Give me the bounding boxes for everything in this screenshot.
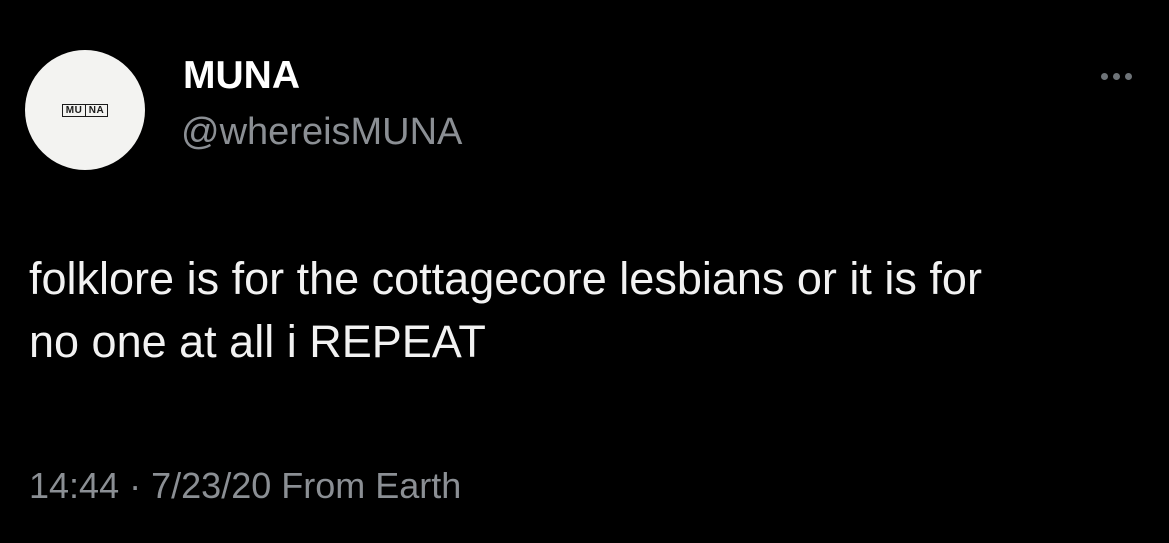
more-horizontal-icon [1100, 72, 1108, 80]
logo-right-text: NA [84, 103, 109, 117]
tweet-time[interactable]: 14:44 [29, 465, 119, 506]
tweet-text: folklore is for the cottagecore lesbians… [29, 247, 1149, 373]
muna-logo: MU NA [61, 103, 109, 117]
tweet-source: From Earth [281, 465, 462, 506]
more-options-button[interactable] [1092, 64, 1140, 88]
tweet-text-line-2: no one at all i REPEAT [29, 316, 486, 367]
more-horizontal-icon [1112, 72, 1120, 80]
meta-separator: · [129, 465, 142, 506]
display-name[interactable]: MUNA [183, 52, 300, 100]
tweet-metadata: 14:44 · 7/23/20 From Earth [29, 462, 461, 510]
user-handle[interactable]: @whereisMUNA [181, 108, 462, 156]
avatar[interactable]: MU NA [25, 50, 145, 170]
tweet-card: MU NA MUNA @whereisMUNA folklore is for … [0, 0, 1169, 543]
tweet-date[interactable]: 7/23/20 [151, 465, 271, 506]
tweet-text-line-1: folklore is for the cottagecore lesbians… [29, 253, 982, 304]
logo-left-text: MU [61, 103, 87, 117]
more-horizontal-icon [1124, 72, 1132, 80]
